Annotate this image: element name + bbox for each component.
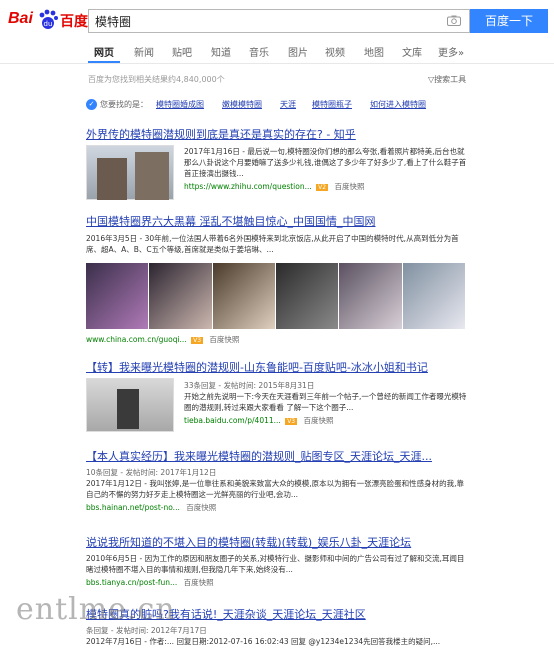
result-title[interactable]: 【本人真实经历】我来曝光模特圈的潜规则_贴图专区_天涯论坛_天涯...	[86, 448, 466, 464]
logo-cn: 百度	[60, 14, 88, 30]
tab-tieba[interactable]: 贴吧	[172, 44, 192, 59]
search-box	[88, 9, 470, 33]
result-snippet: 2012年7月16日 - 作者:... 回复日期:2012-07-16 16:0…	[86, 637, 441, 646]
recommend-bar: ✓ 您要找的是： 模特圈婚成图 嫩模模特圈 天涯 模特圈瓶子 如何进入模特圈	[86, 97, 466, 113]
result-thumbnail[interactable]	[86, 378, 174, 432]
result-body: 33条回复 - 发帖时间: 2015年8月31日 开始之前先说明一下:今天在天涯…	[184, 380, 468, 426]
v3-badge: V2	[316, 184, 329, 191]
strip-image[interactable]	[212, 263, 276, 329]
search-result: 说说我所知道的不堪入目的模特圈(转载)(转载)_娱乐八卦_天涯论坛 2010年6…	[86, 534, 466, 588]
svg-text:du: du	[44, 20, 53, 28]
recommend-item[interactable]: 嫩模模特圈	[222, 99, 262, 110]
tab-zhidao[interactable]: 知道	[211, 44, 231, 59]
result-thumbnail[interactable]	[86, 145, 174, 200]
snapshot-link[interactable]: 百度快照	[186, 503, 216, 512]
v3-badge: V3	[191, 337, 204, 344]
recommend-item[interactable]: 模特圈婚成图	[156, 99, 204, 110]
search-tools-link[interactable]: ▽搜索工具	[428, 74, 466, 85]
recommend-item[interactable]: 如何进入模特圈	[370, 99, 426, 110]
result-url-line: www.china.com.cn/guoqi... V3 百度快照	[86, 334, 466, 345]
strip-image[interactable]	[275, 263, 340, 329]
result-snippet: 2010年6月5日 - 因为工作的原因和朋友圈子的关系,对模特行业、摄影师和中间…	[86, 554, 465, 574]
strip-image[interactable]	[402, 263, 466, 329]
header: Bai du 百度 百度一下 网页 新闻 贴吧 知道 音乐 图片 视频 地图 文…	[0, 0, 554, 64]
snapshot-link[interactable]: 百度快照	[304, 416, 334, 425]
v3-badge: V3	[285, 418, 298, 425]
tab-video[interactable]: 视频	[325, 44, 345, 59]
result-url-line: bbs.tianya.cn/post-fun... 百度快照	[86, 577, 466, 588]
result-url-line: www.china.com.cn/guoqi... V3 百度快照	[86, 334, 466, 345]
recommend-item[interactable]: 模特圈瓶子	[312, 99, 352, 110]
tab-wenku[interactable]: 文库	[402, 44, 422, 59]
nav-tabs: 网页 新闻 贴吧 知道 音乐 图片 视频 地图 文库 更多»	[0, 40, 554, 64]
watermark: entlme.cn	[16, 592, 176, 627]
paw-icon: du	[39, 9, 58, 29]
result-meta: 10条回复 - 发帖时间: 2017年1月12日	[86, 468, 217, 477]
result-meta: 33条回复 - 发帖时间: 2015年8月31日	[184, 381, 315, 390]
strip-image[interactable]	[149, 263, 213, 329]
logo-text: Bai	[8, 10, 33, 27]
search-button[interactable]: 百度一下	[470, 9, 548, 33]
result-title[interactable]: 【转】我来曝光模特圈的潜规则-山东鲁能吧-百度贴吧-冰冰小姐和书记	[86, 359, 476, 375]
result-url-line: tieba.baidu.com/p/4011... V3 百度快照	[184, 415, 468, 426]
result-url[interactable]: bbs.hainan.net/post-no...	[86, 503, 180, 512]
info-icon: ✓	[86, 99, 97, 110]
result-url[interactable]: https://www.zhihu.com/question...	[184, 182, 312, 191]
result-snippet: 2016年3月5日 - 30年前,一位法国人带着6名外国模特来到北京饭店,从此开…	[86, 234, 459, 254]
result-url-line: https://www.zhihu.com/question... V2 百度快…	[184, 181, 468, 192]
snapshot-link[interactable]: 百度快照	[334, 182, 364, 191]
recommend-label: 您要找的是：	[100, 100, 148, 109]
result-snippet: 开始之前先说明一下:今天在天涯看到三年前一个帖子,一个曾经的新闻工作者曝光模特圈…	[184, 392, 467, 412]
snapshot-link[interactable]: 百度快照	[184, 578, 214, 587]
tab-music[interactable]: 音乐	[249, 44, 269, 59]
result-snippet: 2017年1月16日 - 最后说一句,模特圈没你们想的那么夸张,看着照片都特美,…	[184, 147, 467, 178]
result-title[interactable]: 外界传的模特圈潜规则到底是真还是真实的存在? - 知乎	[86, 126, 466, 142]
recommend-item[interactable]: 天涯	[280, 99, 296, 110]
strip-image[interactable]	[339, 263, 403, 329]
camera-icon[interactable]	[447, 15, 461, 26]
baidu-logo[interactable]: Bai du 百度	[8, 6, 88, 32]
strip-image[interactable]	[86, 263, 150, 329]
result-url[interactable]: bbs.tianya.cn/post-fun...	[86, 578, 177, 587]
result-url-line: bbs.hainan.net/post-no... 百度快照	[86, 502, 466, 513]
search-result: 【本人真实经历】我来曝光模特圈的潜规则_贴图专区_天涯论坛_天涯... 10条回…	[86, 448, 466, 513]
result-title[interactable]: 说说我所知道的不堪入目的模特圈(转载)(转载)_娱乐八卦_天涯论坛	[86, 534, 466, 550]
tab-news[interactable]: 新闻	[134, 44, 154, 59]
snapshot-link[interactable]: 百度快照	[209, 335, 239, 344]
image-strip[interactable]	[86, 263, 466, 329]
result-snippet: 2017年1月12日 - 我叫张婷,是一位靠往系和美貌来致富大众的模模,原本以为…	[86, 479, 465, 499]
result-url[interactable]: www.china.com.cn/guoqi...	[86, 335, 187, 344]
search-result: 中国模特圈界六大黑幕 淫乱不堪触目惊心_中国国情_中国网 2016年3月5日 -…	[86, 213, 466, 255]
result-body: 2017年1月16日 - 最后说一句,模特圈没你们想的那么夸张,看着照片都特美,…	[184, 146, 468, 192]
result-title[interactable]: 中国模特圈界六大黑幕 淫乱不堪触目惊心_中国国情_中国网	[86, 213, 466, 229]
tab-map[interactable]: 地图	[364, 44, 384, 59]
tab-web[interactable]: 网页	[94, 44, 114, 59]
result-count: 百度为您找到相关结果约4,840,000个	[88, 75, 225, 84]
tab-more[interactable]: 更多»	[438, 44, 464, 59]
search-input[interactable]	[89, 10, 429, 32]
tab-images[interactable]: 图片	[288, 44, 308, 59]
search-result: 【转】我来曝光模特圈的潜规则-山东鲁能吧-百度贴吧-冰冰小姐和书记	[86, 359, 476, 375]
active-tab-underline	[88, 61, 120, 63]
result-url[interactable]: tieba.baidu.com/p/4011...	[184, 416, 281, 425]
search-result: 外界传的模特圈潜规则到底是真还是真实的存在? - 知乎	[86, 126, 466, 142]
